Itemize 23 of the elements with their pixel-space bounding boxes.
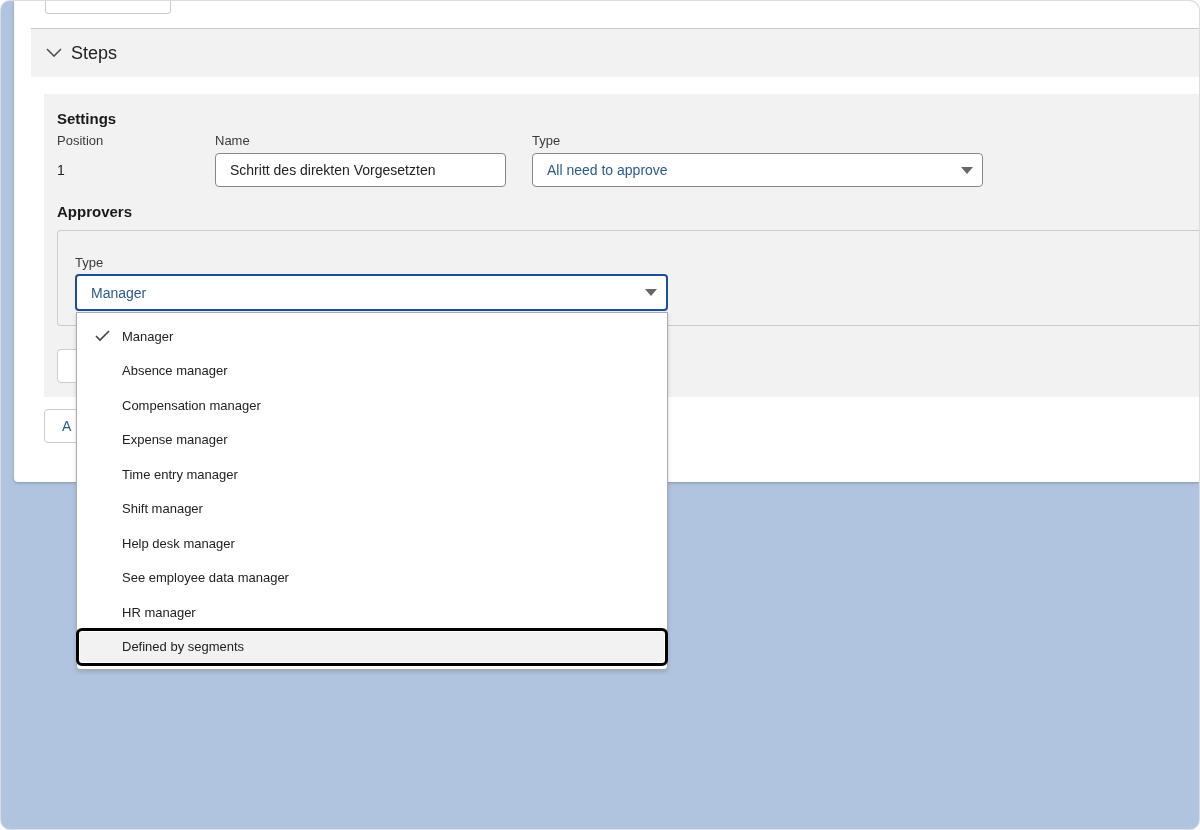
field-label: Type <box>532 133 562 148</box>
approver-type-select[interactable]: Manager <box>75 274 668 311</box>
type-select[interactable]: All need to approve <box>532 153 983 187</box>
dropdown-option[interactable]: Absence manager <box>79 354 665 387</box>
steps-header[interactable]: Steps <box>31 28 1199 77</box>
settings-heading: Settings <box>57 110 118 127</box>
dropdown-option[interactable]: See employee data manager <box>79 561 665 594</box>
dropdown-option[interactable]: Help desk manager <box>79 527 665 559</box>
name-input-field[interactable]: Schritt des direkten Vorgesetzten <box>215 153 506 187</box>
field-label: Type <box>75 255 105 270</box>
field-label: Position <box>57 133 105 148</box>
dropdown-option[interactable]: HR manager <box>79 596 665 628</box>
dropdown-option[interactable]: Shift manager <box>79 492 665 525</box>
dropdown-option[interactable]: Defined by segments <box>79 630 665 663</box>
section-title: Steps <box>71 42 118 64</box>
position-value: 1 <box>57 161 66 180</box>
caret-icon <box>645 289 657 296</box>
approvers-heading: Approvers <box>57 203 134 220</box>
dropdown-option[interactable]: Manager <box>79 320 665 352</box>
dropdown-option[interactable]: Time entry manager <box>79 458 665 490</box>
caret-icon <box>961 167 973 174</box>
cut-off-button[interactable] <box>45 1 171 14</box>
field-label: Name <box>215 133 251 148</box>
